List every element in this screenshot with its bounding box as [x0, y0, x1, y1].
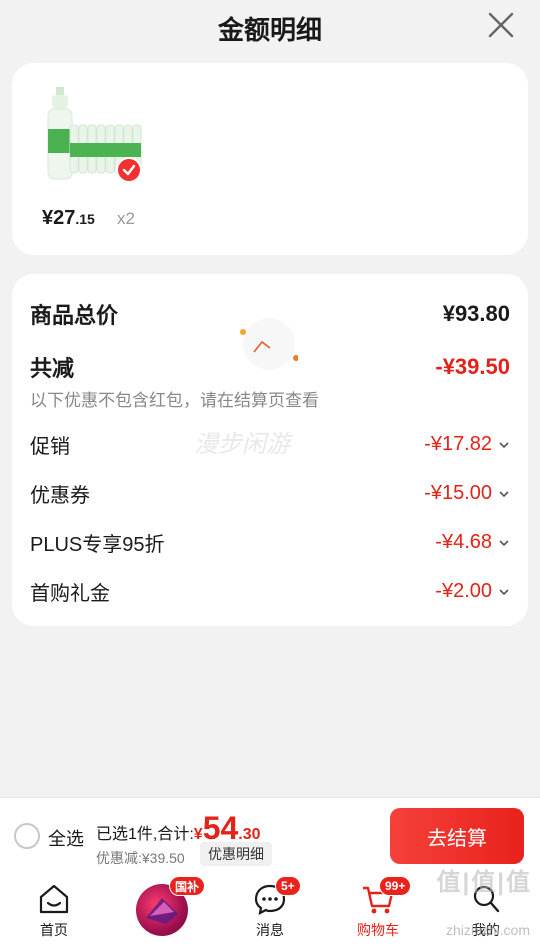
site-watermark: 值|值|值 — [436, 869, 532, 896]
discount-item-promotion[interactable]: 促销 -¥17.82 — [30, 430, 510, 459]
tab-label: 消息 — [256, 922, 284, 938]
chevron-down-icon — [499, 441, 509, 448]
price-integer: ¥27 — [42, 207, 76, 229]
discount-item-value: -¥2.00 — [435, 580, 492, 602]
tab-cart[interactable]: 99+ 购物车 — [333, 874, 423, 948]
discount-item-first-purchase[interactable]: 首购礼金 -¥2.00 — [30, 577, 510, 606]
product-price: ¥27 .15 — [42, 207, 95, 230]
discount-item-label: 首购礼金 — [30, 583, 110, 605]
promo-badge: 国补 — [169, 876, 206, 896]
total-value: ¥93.80 — [442, 301, 510, 326]
chevron-down-icon — [499, 588, 509, 595]
tab-promo[interactable]: 国补 — [117, 874, 207, 948]
select-all-label[interactable]: 全选 — [48, 825, 84, 851]
discount-item-value: -¥15.00 — [424, 482, 492, 504]
product-card: ¥27 .15 x2 — [12, 63, 528, 255]
sheet-header: 金额明细 — [0, 0, 540, 56]
price-decimal: .15 — [75, 211, 95, 227]
cart-badge: 99+ — [379, 876, 412, 896]
discount-item-label: 促销 — [30, 436, 70, 458]
home-icon — [39, 884, 69, 914]
selected-check-icon[interactable] — [116, 157, 142, 183]
checkout-button[interactable]: 去结算 — [390, 808, 524, 864]
discount-item-value: -¥17.82 — [424, 433, 492, 455]
selection-total: 已选1件,合计: ¥ 54 .30 — [96, 812, 261, 844]
reduce-label: 共减 — [30, 356, 75, 381]
discount-item-label: PLUS专享95折 — [30, 534, 165, 556]
reduce-value: -¥39.50 — [435, 354, 510, 379]
discount-note: 以下优惠不包含红包，请在结算页查看 — [30, 391, 319, 410]
discount-detail-button[interactable]: 优惠明细 — [200, 842, 272, 866]
message-badge: 5+ — [275, 876, 301, 896]
site-watermark-url: zhizhizhi.com — [445, 922, 530, 938]
total-integer: 54 — [202, 810, 239, 846]
product-quantity: x2 — [117, 209, 135, 228]
chevron-down-icon — [499, 539, 509, 546]
tab-messages[interactable]: 5+ 消息 — [225, 874, 315, 948]
discount-item-plus[interactable]: PLUS专享95折 -¥4.68 — [30, 528, 510, 557]
discount-item-value: -¥4.68 — [435, 531, 492, 553]
tab-label: 首页 — [40, 922, 68, 938]
selected-count-text: 已选1件,合计: — [96, 826, 194, 843]
total-currency: ¥ — [193, 826, 203, 843]
discount-item-label: 优惠券 — [30, 485, 90, 507]
close-icon[interactable] — [486, 10, 516, 40]
page-title: 金额明细 — [217, 14, 322, 45]
tab-home[interactable]: 首页 — [9, 874, 99, 948]
select-all-radio[interactable] — [14, 823, 40, 849]
total-label: 商品总价 — [30, 303, 119, 328]
chevron-down-icon — [499, 490, 509, 497]
tab-label: 购物车 — [357, 922, 399, 938]
discount-item-coupon[interactable]: 优惠券 -¥15.00 — [30, 479, 510, 508]
loading-spinner-icon — [240, 318, 298, 370]
discount-total: 优惠减:¥39.50 — [96, 850, 185, 866]
